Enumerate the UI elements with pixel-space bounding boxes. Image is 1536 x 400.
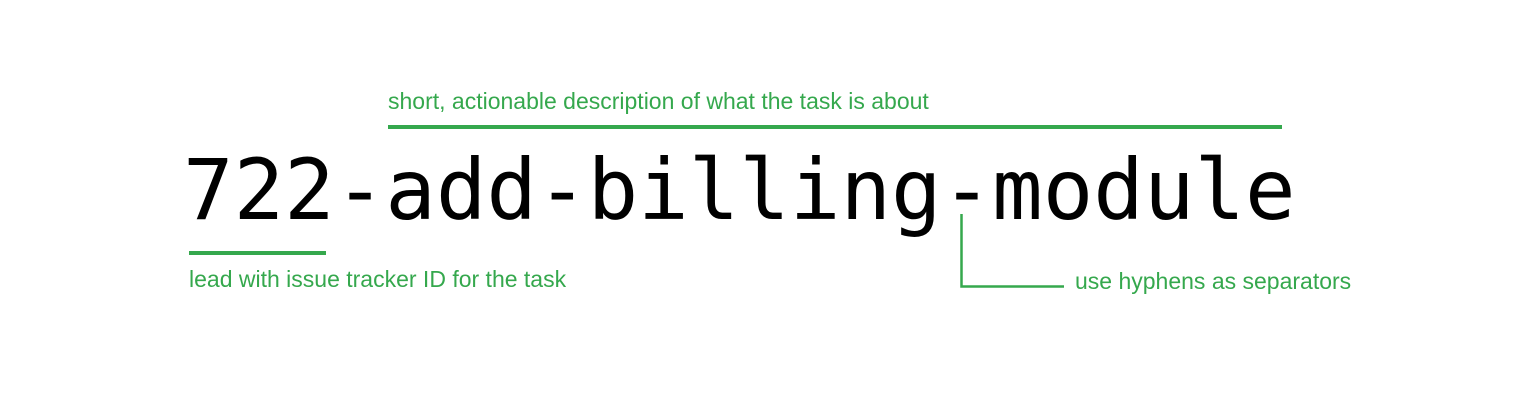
separator-connector (960, 214, 1064, 288)
description-underline (388, 125, 1282, 129)
separator-connector-line (960, 214, 1064, 288)
description-annotation: short, actionable description of what th… (388, 88, 929, 114)
issue-id-annotation: lead with issue tracker ID for the task (189, 266, 567, 292)
branch-naming-diagram: short, actionable description of what th… (0, 0, 1536, 400)
issue-id-underline (189, 251, 326, 255)
example-branch-name: 722-add-billing-module (183, 141, 1296, 239)
separators-annotation: use hyphens as separators (1075, 268, 1352, 294)
